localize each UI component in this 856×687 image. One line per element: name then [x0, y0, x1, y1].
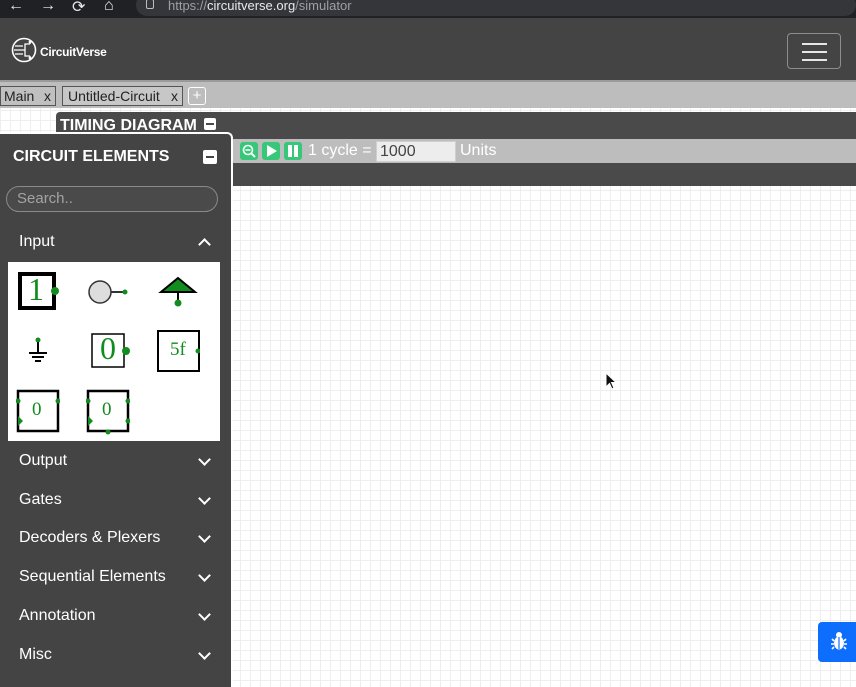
- reload-icon[interactable]: ⟳: [72, 0, 85, 17]
- circuit-tabs-bar: Main x Untitled-Circuit x +: [0, 80, 856, 108]
- mouse-cursor-icon: [605, 372, 617, 390]
- random-value: 0: [32, 399, 42, 420]
- tab-untitled-circuit[interactable]: Untitled-Circuit x: [62, 86, 183, 106]
- back-arrow-icon[interactable]: ←: [8, 0, 24, 15]
- chevron-down-icon: [198, 647, 211, 660]
- counter-value: 0: [102, 399, 112, 420]
- counter-element-tile[interactable]: 0: [85, 389, 131, 435]
- chevron-down-icon: [198, 569, 211, 582]
- category-decoders-plexers[interactable]: Decoders & Plexers: [0, 523, 231, 553]
- category-label: Input: [19, 233, 55, 250]
- power-element-icon: [158, 276, 198, 307]
- category-annotation[interactable]: Annotation: [0, 601, 231, 631]
- tab-close-button[interactable]: x: [44, 87, 51, 105]
- constant-value: 0: [100, 330, 116, 366]
- zoom-out-icon: [242, 144, 256, 158]
- add-tab-button[interactable]: +: [188, 87, 206, 105]
- constant-element-tile[interactable]: 0: [86, 329, 130, 373]
- panel-title: CIRCUIT ELEMENTS: [13, 148, 170, 165]
- pause-icon: [288, 145, 298, 157]
- stepper-element-tile[interactable]: 5f: [156, 329, 201, 373]
- url-text: https://circuitverse.org/simulator: [168, 0, 352, 13]
- units-label: Units: [460, 142, 497, 159]
- ground-element-tile[interactable]: [16, 329, 60, 373]
- cycle-units-input[interactable]: 1000: [376, 141, 456, 162]
- minimize-icon[interactable]: [204, 118, 216, 130]
- app-navbar: CircuitVerse: [0, 18, 856, 80]
- category-label: Output: [19, 452, 68, 469]
- hamburger-line: [802, 59, 827, 61]
- home-icon[interactable]: ⌂: [104, 0, 114, 15]
- category-label: Gates: [19, 491, 62, 508]
- circuitverse-logo-icon[interactable]: [11, 37, 37, 63]
- brand-name[interactable]: CircuitVerse: [40, 45, 107, 59]
- navbar-toggle-button[interactable]: [787, 33, 841, 69]
- random-element-tile[interactable]: 0: [15, 389, 61, 433]
- hamburger-icon: [802, 43, 827, 45]
- category-output[interactable]: Output: [0, 446, 231, 476]
- chevron-down-icon: [198, 608, 211, 621]
- forward-arrow-icon[interactable]: →: [40, 0, 56, 15]
- hamburger-line: [802, 51, 827, 53]
- tab-label: Untitled-Circuit: [68, 88, 160, 104]
- chevron-down-icon: [198, 453, 211, 466]
- category-input[interactable]: Input: [0, 227, 231, 257]
- lock-icon: [146, 0, 154, 9]
- category-label: Misc: [19, 646, 52, 663]
- tab-main[interactable]: Main x: [0, 86, 56, 106]
- ground-element-icon: [29, 337, 47, 362]
- category-gates[interactable]: Gates: [0, 485, 231, 515]
- input-value: 1: [28, 271, 44, 307]
- browser-toolbar: ← → ⟳ ⌂ https://circuitverse.org/simulat…: [0, 0, 856, 18]
- minimize-panel-icon[interactable]: [203, 150, 217, 164]
- tab-label: Main: [4, 88, 35, 104]
- stepper-value: 5f: [170, 339, 186, 360]
- cycle-label: 1 cycle =: [308, 142, 372, 159]
- report-bug-button[interactable]: [818, 622, 856, 662]
- bug-icon: [831, 632, 847, 650]
- circuit-elements-panel: CIRCUIT ELEMENTS Search.. Input 1 0 5f 0…: [0, 132, 233, 687]
- play-icon: [267, 145, 277, 157]
- address-bar[interactable]: https://circuitverse.org/simulator: [136, 0, 856, 16]
- category-label: Annotation: [19, 607, 96, 624]
- input-elements-grid: 1 0 5f 0 0: [8, 262, 220, 441]
- category-sequential-elements[interactable]: Sequential Elements: [0, 562, 231, 592]
- play-button[interactable]: [262, 142, 280, 160]
- chevron-down-icon: [198, 530, 211, 543]
- category-label: Decoders & Plexers: [19, 529, 161, 546]
- button-element-tile[interactable]: [86, 270, 130, 314]
- pause-button[interactable]: [284, 142, 302, 160]
- chevron-down-icon: [198, 492, 211, 505]
- zoom-out-button[interactable]: [240, 142, 258, 160]
- input-element-tile[interactable]: 1: [16, 270, 60, 314]
- button-element-icon: [88, 280, 128, 304]
- power-element-tile[interactable]: [156, 270, 200, 314]
- chevron-up-icon: [198, 238, 211, 251]
- search-input[interactable]: Search..: [6, 186, 218, 212]
- category-misc[interactable]: Misc: [0, 640, 231, 670]
- tab-close-button[interactable]: x: [171, 87, 178, 105]
- category-label: Sequential Elements: [19, 568, 166, 585]
